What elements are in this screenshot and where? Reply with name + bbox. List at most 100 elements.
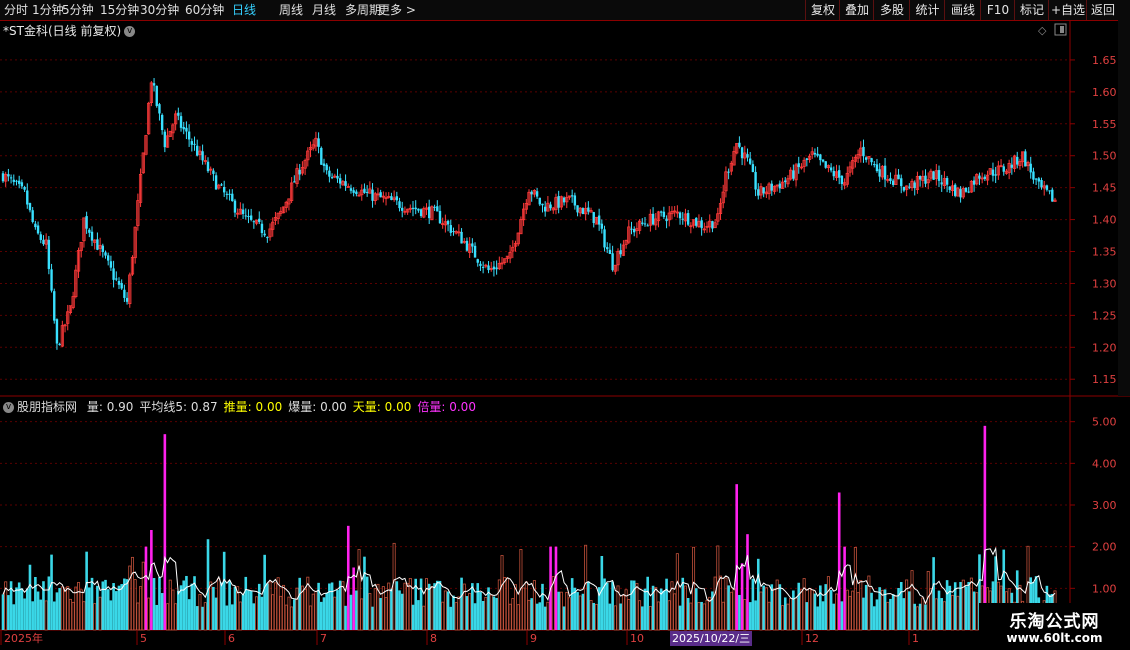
volume-bar: [554, 546, 558, 630]
candle-body: [1034, 178, 1038, 180]
volume-bar: [667, 600, 671, 631]
volume-bar: [940, 598, 944, 630]
volume-bar: [120, 584, 123, 630]
volume-bar: [889, 598, 892, 630]
candle-body: [465, 240, 469, 251]
volume-bar: [198, 594, 202, 631]
candle-body: [476, 259, 479, 263]
volume-bar: [511, 598, 515, 631]
candle-body: [50, 269, 53, 291]
candle-body: [948, 186, 951, 190]
candle-body: [576, 205, 579, 213]
volume-bar: [543, 606, 547, 630]
candle-body: [436, 206, 439, 212]
volume-bar: [754, 600, 757, 630]
volume-bar: [249, 590, 253, 630]
candle-body: [55, 319, 59, 344]
candle-body: [1, 173, 5, 182]
volume-bar: [98, 596, 102, 631]
x-tick-label: 7: [320, 632, 327, 645]
volume-bar: [576, 592, 579, 630]
volume-bar: [152, 578, 156, 630]
volume-bar: [309, 605, 313, 631]
candle-body: [797, 163, 800, 168]
volume-bar: [311, 593, 315, 631]
volume-bar: [371, 606, 374, 630]
candle-body: [379, 192, 382, 198]
x-tick-label: 8: [430, 632, 437, 645]
candle-body: [322, 163, 326, 166]
candle-body: [125, 297, 129, 302]
diamond-icon[interactable]: ◇: [1038, 24, 1047, 37]
candle-body: [762, 187, 765, 194]
volume-bar: [489, 594, 493, 631]
candle-body: [355, 191, 358, 195]
volume-bar: [150, 530, 153, 630]
volume-bar: [220, 582, 223, 630]
volume-bar: [177, 590, 180, 630]
volume-bar: [400, 593, 404, 630]
candle-body: [179, 116, 183, 128]
panel-toggle-fill: [1060, 26, 1064, 33]
candle-body: [155, 85, 158, 106]
volume-bar: [225, 605, 229, 630]
volume-bar: [141, 561, 145, 631]
candle-body: [875, 164, 879, 172]
candle-body: [247, 215, 250, 218]
candle-body: [643, 223, 647, 225]
candle-body: [344, 181, 347, 186]
volume-bar: [503, 576, 507, 631]
volume-bar: [260, 596, 264, 630]
candle-body: [816, 153, 819, 156]
candle-body: [535, 191, 539, 197]
volume-bar: [71, 601, 75, 631]
volume-bar: [90, 577, 94, 630]
candle-body: [330, 177, 334, 179]
candle-body: [112, 268, 115, 280]
volume-bar: [756, 558, 760, 630]
volume-bar: [136, 602, 140, 631]
volume-tick-label: 1.00: [1092, 582, 1117, 595]
candle-body: [829, 167, 833, 171]
candle-body: [260, 223, 264, 234]
candle-body: [20, 182, 24, 187]
volume-bar: [581, 593, 585, 630]
candle-body: [449, 225, 452, 233]
watermark-title: 乐淘公式网: [1009, 612, 1100, 632]
chart-area: 1.65 1.60 1.55 1.50 1.45 1.40 1.35 1.30 1.25 1.20…: [0, 20, 1130, 646]
candle-body: [630, 228, 633, 230]
candle-body: [924, 175, 927, 184]
candle-body: [222, 186, 226, 193]
volume-bar: [799, 589, 803, 631]
volume-bar: [44, 600, 48, 631]
volume-bar: [257, 583, 261, 630]
right-strip: [1118, 20, 1130, 396]
volume-bar: [937, 590, 941, 630]
volume-bar: [34, 577, 37, 630]
volume-bar: [28, 564, 32, 630]
candle-body: [587, 207, 590, 212]
volume-bar: [964, 586, 968, 630]
volume-bar: [411, 604, 415, 630]
candle-body: [417, 208, 420, 211]
volume-bar: [656, 601, 660, 631]
candle-body: [633, 229, 636, 233]
candle-body: [495, 267, 498, 270]
volume-bar: [171, 589, 175, 631]
volume-bar: [535, 603, 539, 630]
volume-bar: [934, 598, 938, 631]
volume-bar: [55, 592, 59, 630]
volume-bar: [15, 587, 18, 630]
volume-bar: [255, 596, 259, 631]
volume-bar: [109, 600, 113, 630]
candle-body: [487, 265, 490, 271]
x-tick-label: 2025年: [4, 631, 43, 645]
candle-body: [363, 188, 366, 193]
volume-bar: [843, 546, 846, 630]
volume-bar: [875, 599, 879, 630]
candle-body: [600, 223, 604, 229]
volume-bar: [681, 577, 685, 630]
price-tick-label: 1.50: [1092, 150, 1117, 163]
candle-body: [945, 178, 949, 185]
volume-bar: [848, 595, 852, 631]
